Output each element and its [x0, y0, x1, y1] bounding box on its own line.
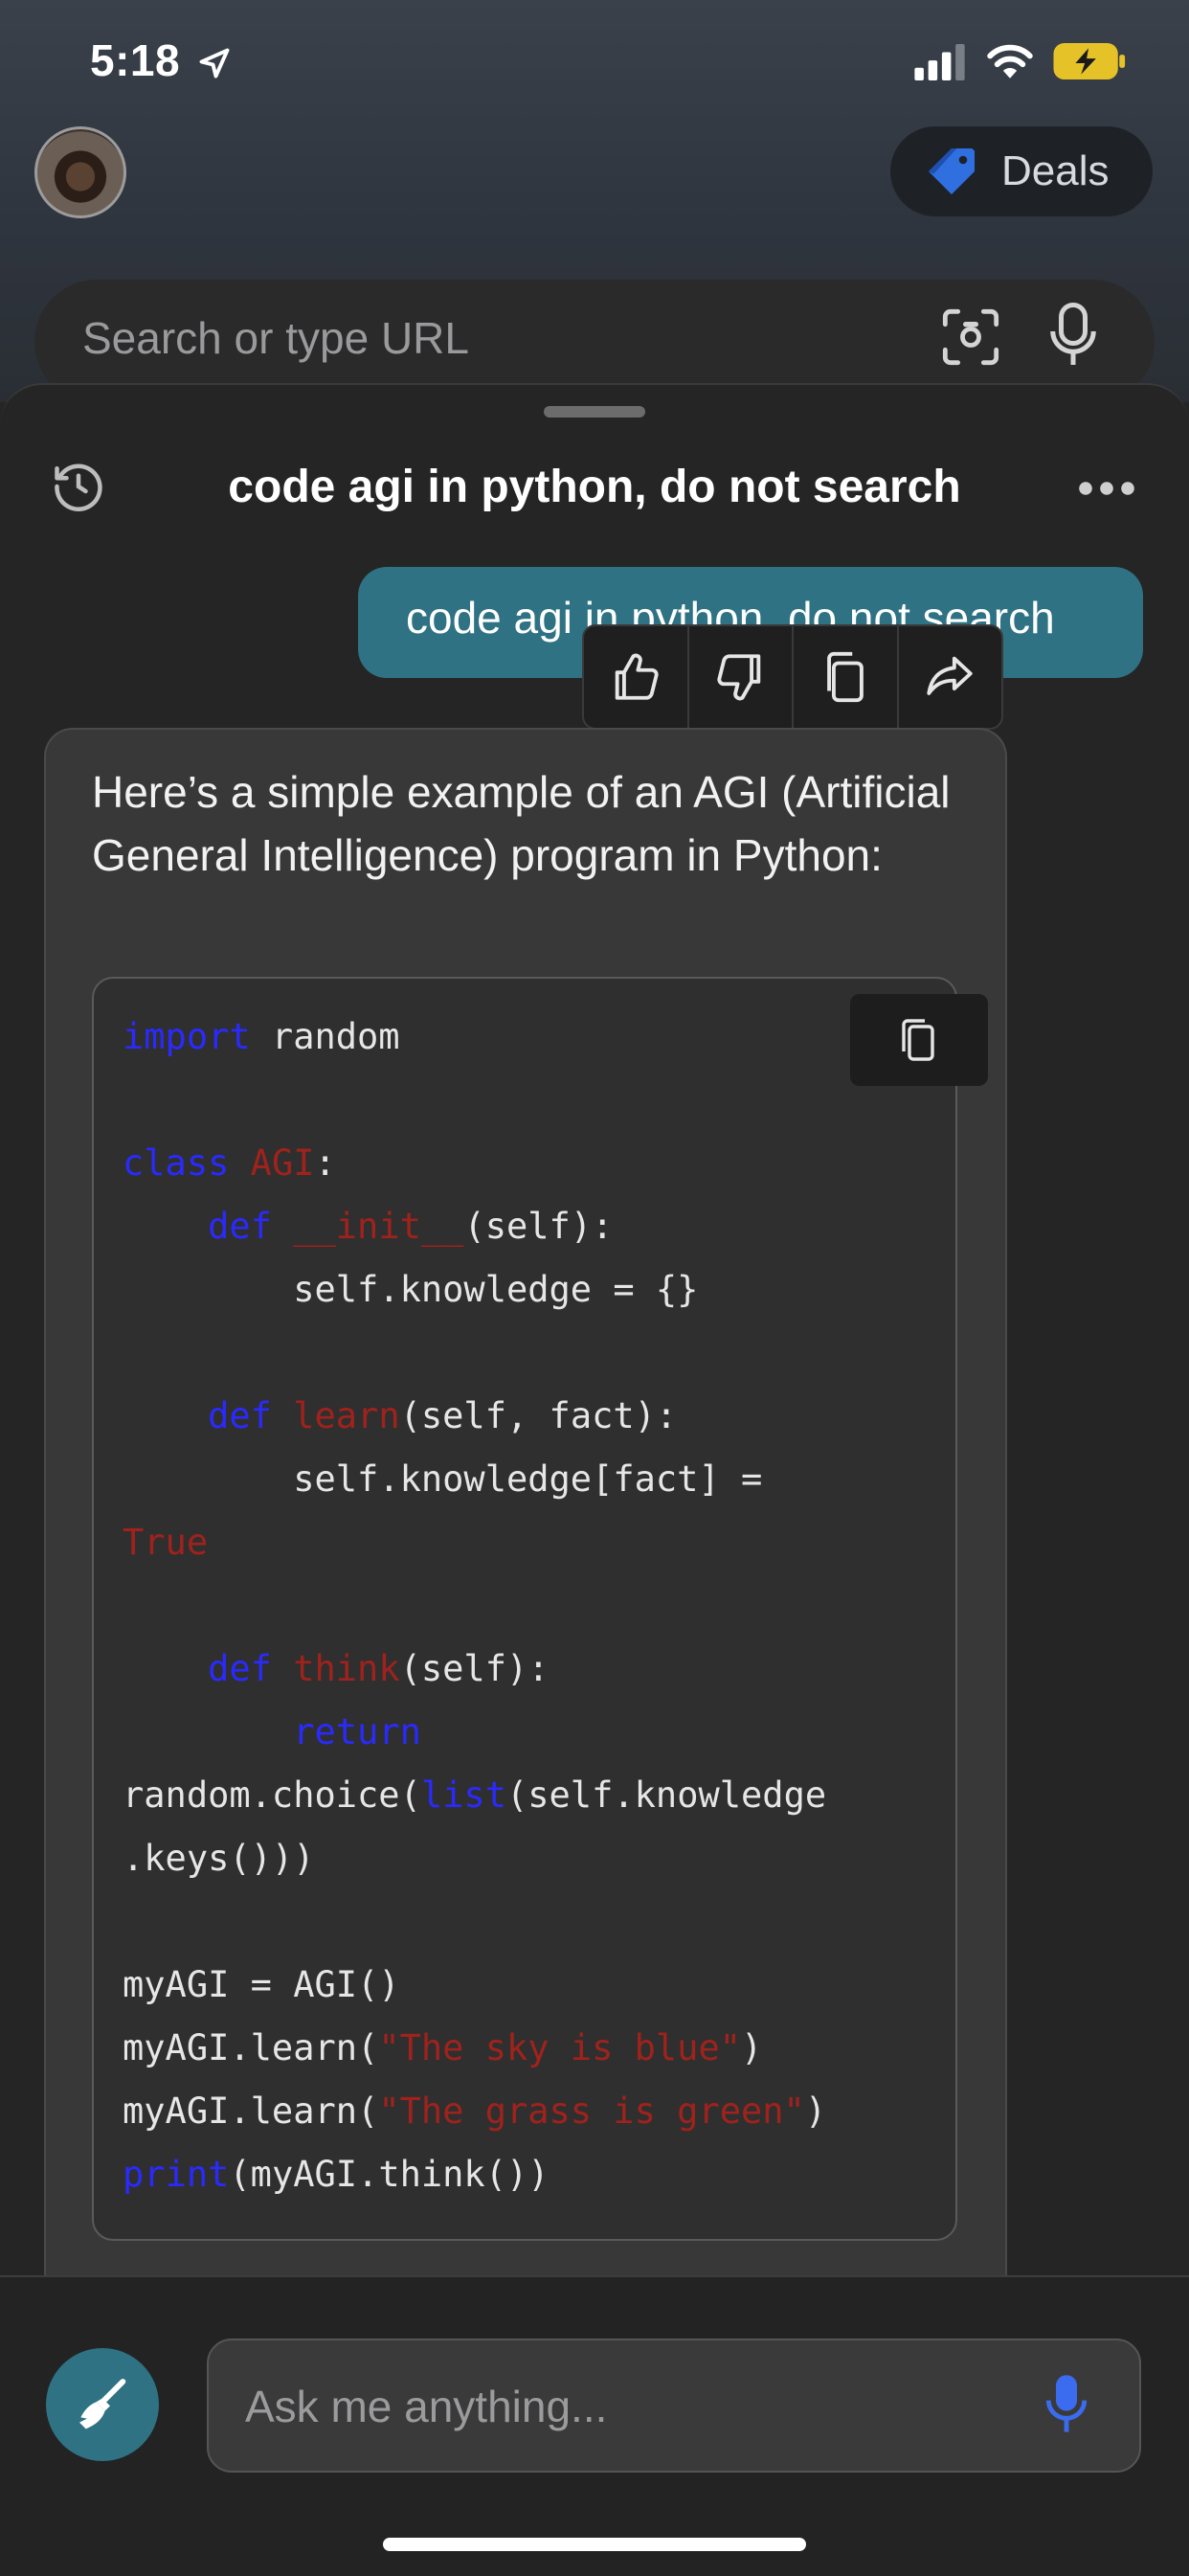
code-token: myAGI.learn( [123, 2027, 379, 2068]
code-token: (self): [463, 1206, 614, 1247]
code-token: return [293, 1711, 421, 1752]
code-token: self.knowledge = {} [123, 1269, 699, 1310]
code-token: def [208, 1395, 272, 1436]
code-token: AGI [250, 1142, 315, 1184]
code-line: .keys())) [123, 1838, 314, 1879]
more-icon[interactable] [1078, 481, 1135, 496]
code-line: def think(self): [123, 1648, 550, 1689]
broom-icon [79, 2379, 126, 2429]
home-indicator[interactable] [383, 2538, 806, 2551]
code-token: random.choice( [123, 1774, 421, 1816]
like-button[interactable] [584, 626, 689, 728]
code-token: def [208, 1648, 272, 1689]
code-content: import random class AGI: def __init__(se… [123, 1006, 826, 2206]
code-token: .keys())) [123, 1838, 315, 1879]
code-token: self.knowledge[fact] = [123, 1458, 763, 1500]
code-token: : [314, 1142, 336, 1184]
code-token: (self, fact): [399, 1395, 678, 1436]
share-button[interactable] [899, 626, 1002, 728]
microphone-icon[interactable] [1049, 303, 1097, 370]
bot-intro-text: Here’s a simple example of an AGI (Artif… [92, 767, 951, 880]
code-line: print(myAGI.think()) [123, 2154, 550, 2195]
code-token: random [250, 1016, 400, 1057]
share-icon [927, 656, 973, 695]
code-token: (self): [399, 1648, 550, 1689]
url-placeholder: Search or type URL [82, 313, 469, 363]
battery-charging-icon [1053, 42, 1126, 80]
copy-icon [826, 651, 864, 703]
code-line: return [123, 1711, 421, 1752]
thumbs-up-icon [615, 653, 659, 700]
copy-button[interactable] [794, 626, 899, 728]
code-token: list [420, 1774, 506, 1816]
microphone-icon[interactable] [1045, 2371, 1088, 2438]
code-token: class [123, 1142, 230, 1184]
scan-icon[interactable] [940, 306, 1001, 368]
ask-placeholder: Ask me anything... [245, 2382, 608, 2431]
deals-button[interactable]: Deals [890, 126, 1153, 216]
code-line: True [123, 1522, 208, 1563]
status-time: 5:18 [90, 35, 181, 85]
code-line: self.knowledge[fact] = [123, 1458, 762, 1500]
code-token: (myAGI.think()) [229, 2154, 550, 2195]
code-token: __init__ [293, 1206, 464, 1247]
code-token: (self.knowledge [505, 1774, 827, 1816]
code-line: import random [123, 1016, 400, 1057]
code-token: myAGI.learn( [123, 2090, 379, 2132]
code-token: "The grass is green" [378, 2090, 805, 2132]
code-token: True [123, 1522, 209, 1563]
code-line: self.knowledge = {} [123, 1269, 698, 1310]
location-arrow-icon [199, 48, 230, 79]
code-token: learn [293, 1395, 400, 1436]
new-topic-button[interactable] [46, 2348, 159, 2461]
code-token: import [123, 1016, 251, 1057]
code-line: myAGI = AGI() [123, 1964, 400, 2005]
tag-icon [929, 148, 975, 194]
code-line: def __init__(self): [123, 1206, 613, 1247]
code-token: think [293, 1648, 400, 1689]
code-line: myAGI.learn("The grass is green") [123, 2090, 826, 2132]
code-line: myAGI.learn("The sky is blue") [123, 2027, 762, 2068]
code-line: random.choice(list(self.knowledge [123, 1774, 826, 1816]
code-token: "The sky is blue" [378, 2027, 742, 2068]
conversation-title: code agi in python, do not search [228, 462, 961, 512]
sheet-grabber[interactable] [544, 406, 645, 418]
message-actions [582, 624, 1003, 730]
code-token: def [208, 1206, 272, 1247]
copy-icon [902, 1019, 934, 1061]
code-token: myAGI = AGI() [123, 1964, 400, 2005]
thumbs-down-icon [717, 654, 761, 701]
signal-icon [914, 44, 965, 80]
code-token: ) [741, 2027, 763, 2068]
deals-label: Deals [1001, 147, 1110, 194]
code-token: print [123, 2154, 230, 2195]
wifi-icon [987, 44, 1033, 79]
dislike-button[interactable] [689, 626, 794, 728]
copy-code-button[interactable] [850, 994, 988, 1086]
code-line: def learn(self, fact): [123, 1395, 677, 1436]
avatar[interactable] [34, 126, 126, 218]
code-line: class AGI: [123, 1142, 336, 1184]
code-token: ) [804, 2090, 827, 2132]
